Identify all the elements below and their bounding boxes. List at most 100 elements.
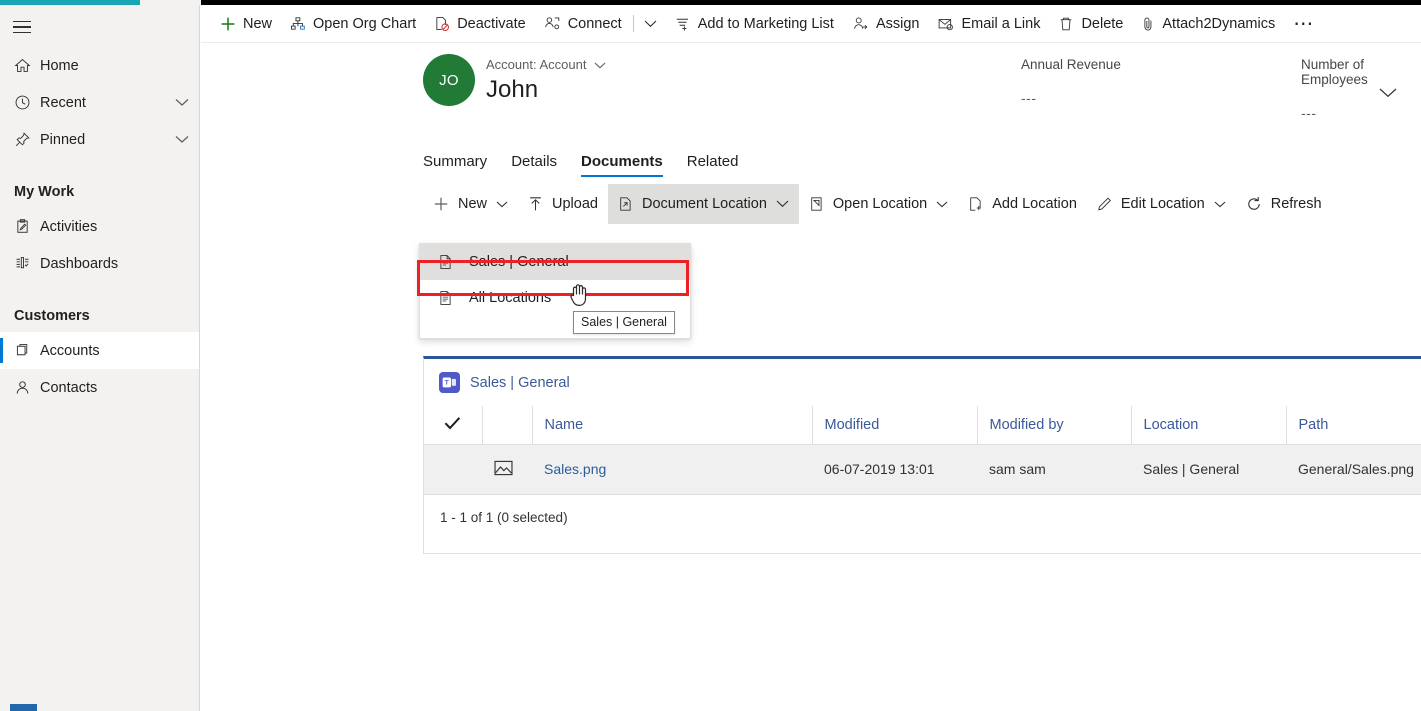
sidebar-item-label: Recent — [40, 94, 86, 111]
paperclip-icon — [1141, 16, 1155, 32]
open-org-chart-button[interactable]: Open Org Chart — [281, 5, 425, 43]
chevron-down-icon[interactable] — [496, 201, 508, 208]
row-location-cell: Sales | General — [1131, 444, 1286, 495]
entity-type-label[interactable]: Account: Account — [486, 57, 606, 72]
command-label: Email a Link — [961, 15, 1041, 32]
tab-related[interactable]: Related — [687, 153, 739, 177]
new-button[interactable]: New — [211, 5, 281, 43]
row-file-icon-cell — [482, 444, 532, 495]
row-checkbox-cell[interactable] — [424, 444, 482, 495]
sidebar-item-home[interactable]: Home — [0, 47, 199, 84]
sidebar-item-pinned[interactable]: Pinned — [0, 121, 199, 158]
trash-icon — [1058, 16, 1074, 32]
table-header-row: Name Modified Modified by Location Path … — [424, 406, 1421, 445]
org-chart-icon — [290, 16, 306, 32]
tab-details[interactable]: Details — [511, 153, 557, 177]
name-header[interactable]: Name — [531, 406, 812, 445]
select-all-header[interactable] — [424, 406, 482, 445]
home-icon — [14, 57, 40, 74]
sidebar-item-label: Contacts — [40, 379, 98, 396]
doc-open-location-button[interactable]: Open Location — [799, 184, 958, 224]
assign-icon — [852, 16, 869, 32]
assign-button[interactable]: Assign — [843, 5, 929, 43]
field-value[interactable]: --- — [1021, 90, 1121, 106]
contact-icon — [14, 379, 40, 396]
doc-toolbar-label: New — [458, 196, 488, 212]
connect-icon — [544, 16, 561, 32]
path-header[interactable]: Path ↑ — [1285, 406, 1421, 445]
connect-dropdown-caret[interactable] — [636, 5, 665, 43]
email-a-link-button[interactable]: Email a Link — [928, 5, 1049, 43]
modified-by-header[interactable]: Modified by — [976, 406, 1131, 445]
chevron-down-icon[interactable] — [936, 201, 948, 208]
chevron-down-icon[interactable] — [776, 200, 789, 208]
field-label: Number of Employees — [1301, 57, 1368, 87]
command-label: Assign — [875, 15, 920, 32]
sidebar-item-label: Accounts — [40, 342, 100, 359]
account-icon — [14, 342, 40, 359]
chevron-down-icon[interactable] — [165, 98, 199, 107]
sidebar-item-label: Pinned — [40, 131, 86, 148]
plus-icon — [220, 16, 236, 32]
documents-table: Name Modified Modified by Location Path … — [424, 406, 1421, 495]
grid-location-link[interactable]: Sales | General — [470, 375, 570, 391]
record-name: John — [486, 76, 539, 103]
doc-add-location-button[interactable]: Add Location — [958, 184, 1087, 224]
main-content: New Open Org Chart Deactivate Connect Ad… — [201, 5, 1421, 711]
chevron-down-icon[interactable] — [1214, 201, 1226, 208]
add-to-marketing-list-button[interactable]: Add to Marketing List — [665, 5, 843, 43]
sidebar-item-activities[interactable]: Activities — [0, 208, 199, 245]
doc-toolbar-label: Add Location — [992, 196, 1077, 212]
doc-document-location-button[interactable]: Document Location — [607, 184, 799, 224]
dropdown-item-label: All Locations — [469, 290, 552, 306]
chevron-down-icon[interactable] — [165, 135, 199, 144]
command-label: Deactivate — [457, 15, 526, 32]
add-location-icon — [968, 196, 983, 212]
field-value[interactable]: --- — [1301, 105, 1421, 121]
hamburger-menu-icon[interactable] — [0, 7, 44, 47]
command-label: Delete — [1081, 15, 1124, 32]
table-row[interactable]: Sales.png 06-07-2019 13:01 sam sam Sales… — [424, 444, 1421, 495]
hover-tooltip: Sales | General — [573, 311, 675, 334]
sidebar-bottom-indicator — [10, 704, 37, 711]
doc-refresh-button[interactable]: Refresh — [1236, 184, 1332, 224]
doc-toolbar-label: Edit Location — [1120, 196, 1205, 212]
documents-grid-panel: T Sales | General Name Modified Modified… — [423, 356, 1421, 554]
file-name-link[interactable]: Sales.png — [544, 461, 606, 477]
sidebar-item-accounts[interactable]: Accounts — [0, 332, 199, 369]
image-file-icon — [494, 460, 513, 479]
overflow-menu-button[interactable]: ⋯ — [1284, 5, 1323, 43]
location-header[interactable]: Location — [1130, 406, 1286, 445]
tab-documents[interactable]: Documents — [581, 153, 663, 177]
connect-button[interactable]: Connect — [535, 5, 631, 43]
sidebar-item-recent[interactable]: Recent — [0, 84, 199, 121]
modified-header[interactable]: Modified — [811, 406, 977, 445]
doc-edit-location-button[interactable]: Edit Location — [1087, 184, 1236, 224]
clipboard-icon — [14, 218, 40, 235]
deactivate-icon — [434, 16, 450, 32]
ellipsis-icon: ⋯ — [1293, 12, 1315, 35]
form-tabs: Summary Details Documents Related — [201, 137, 1421, 177]
toolbar-divider — [632, 15, 634, 32]
file-type-header[interactable] — [481, 406, 532, 445]
header-expand-chevron-down-icon[interactable] — [1379, 85, 1397, 103]
ms-teams-icon: T — [439, 372, 460, 393]
sidebar-item-dashboards[interactable]: Dashboards — [0, 245, 199, 282]
open-location-icon — [809, 196, 824, 212]
dropdown-item-sales-general[interactable]: Sales | General — [420, 244, 690, 280]
record-header: JO Account: Account John Annual Revenue … — [201, 43, 1421, 137]
doc-location-icon — [618, 196, 633, 212]
attach2dynamics-button[interactable]: Attach2Dynamics — [1132, 5, 1284, 43]
avatar: JO — [423, 54, 475, 106]
row-name-cell[interactable]: Sales.png — [532, 444, 812, 495]
command-bar: New Open Org Chart Deactivate Connect Ad… — [201, 5, 1421, 43]
deactivate-button[interactable]: Deactivate — [425, 5, 535, 43]
chevron-down-icon[interactable] — [594, 57, 606, 72]
tab-summary[interactable]: Summary — [423, 153, 487, 177]
command-label: New — [243, 15, 273, 32]
doc-new-button[interactable]: New — [423, 184, 518, 224]
sidebar-item-contacts[interactable]: Contacts — [0, 369, 199, 406]
doc-upload-button[interactable]: Upload — [518, 184, 608, 224]
delete-button[interactable]: Delete — [1049, 5, 1132, 43]
